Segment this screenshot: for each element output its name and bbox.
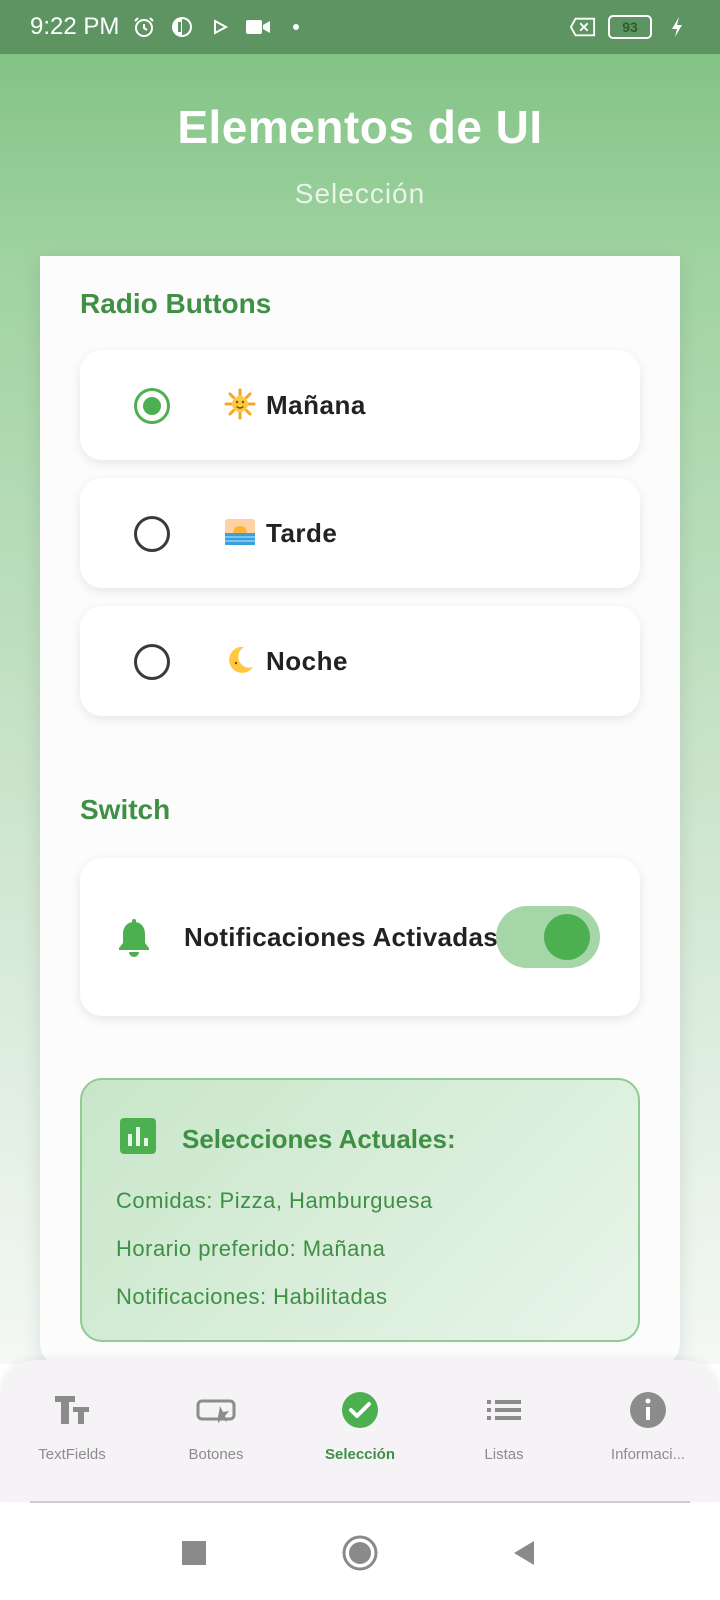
radio-button-unchecked[interactable] [134,644,170,680]
notifications-switch-row[interactable]: Notificaciones Activadas [80,858,640,1016]
recents-button[interactable] [174,1533,214,1573]
check-circle-icon [340,1390,380,1430]
no-sim-icon [570,14,596,40]
nav-label: Botones [188,1446,244,1463]
dot-icon [283,14,309,40]
radio-option-noche[interactable]: Noche [80,606,640,716]
nav-label: Selección [324,1446,396,1463]
nav-item-listas[interactable]: Listas [432,1360,576,1502]
radio-label: Mañana [266,390,366,420]
back-button[interactable] [504,1533,544,1573]
status-right: 93 [570,14,690,40]
bottom-navigation: TextFields Botones Selección Listas Info… [0,1360,720,1502]
nav-item-informacion[interactable]: Informaci... [576,1360,720,1502]
nav-item-botones[interactable]: Botones [144,1360,288,1502]
battery-level: 93 [622,19,638,35]
radio-button-unchecked[interactable] [134,516,170,552]
radio-section-title: Radio Buttons [80,288,272,319]
page-subtitle: Selección [294,178,426,209]
list-icon [484,1390,524,1430]
summary-line-notificaciones: Notificaciones: Habilitadas [116,1284,388,1309]
text-fields-icon [52,1390,92,1430]
nav-label: TextFields [38,1446,106,1463]
button-icon [196,1390,236,1430]
radio-option-manana[interactable]: Mañana [80,350,640,460]
sunrise-icon [224,516,256,548]
bar-chart-icon [120,1118,156,1154]
system-navigation-bar [0,1503,720,1600]
status-time: 9:22 PM [30,13,120,40]
summary-line-comidas: Comidas: Pizza, Hamburguesa [116,1188,433,1213]
sun-icon [224,388,256,420]
notifications-toggle[interactable] [496,906,600,968]
video-icon [245,14,271,40]
radio-option-tarde[interactable]: Tarde [80,478,640,588]
home-button[interactable] [340,1533,380,1573]
info-icon [628,1390,668,1430]
summary-title: Selecciones Actuales: [182,1124,456,1154]
radio-label: Tarde [266,518,338,548]
radio-label: Noche [266,646,348,676]
status-left: 9:22 PM [30,13,309,41]
page-title: Elementos de UI [177,101,543,153]
nav-label: Informaci... [610,1446,686,1463]
bell-icon [116,918,152,958]
app-header: Elementos de UI Selección [0,54,720,254]
nav-label: Listas [484,1446,524,1463]
battery-icon: 93 [608,15,652,39]
crescent-moon-icon [224,644,256,676]
radio-button-checked[interactable] [134,388,170,424]
charging-icon [664,14,690,40]
play-store-icon [207,14,233,40]
alarm-icon [131,14,157,40]
nav-item-textfields[interactable]: TextFields [0,1360,144,1502]
toggle-knob [544,914,590,960]
selections-summary: Selecciones Actuales: Comidas: Pizza, Ha… [80,1078,640,1342]
switch-section-title: Switch [80,794,171,825]
switch-label: Notificaciones Activadas [184,922,499,952]
summary-line-horario: Horario preferido: Mañana [116,1236,386,1261]
status-bar: 9:22 PM 93 [0,0,720,54]
nav-item-seleccion[interactable]: Selección [288,1360,432,1502]
app-icon [169,14,195,40]
